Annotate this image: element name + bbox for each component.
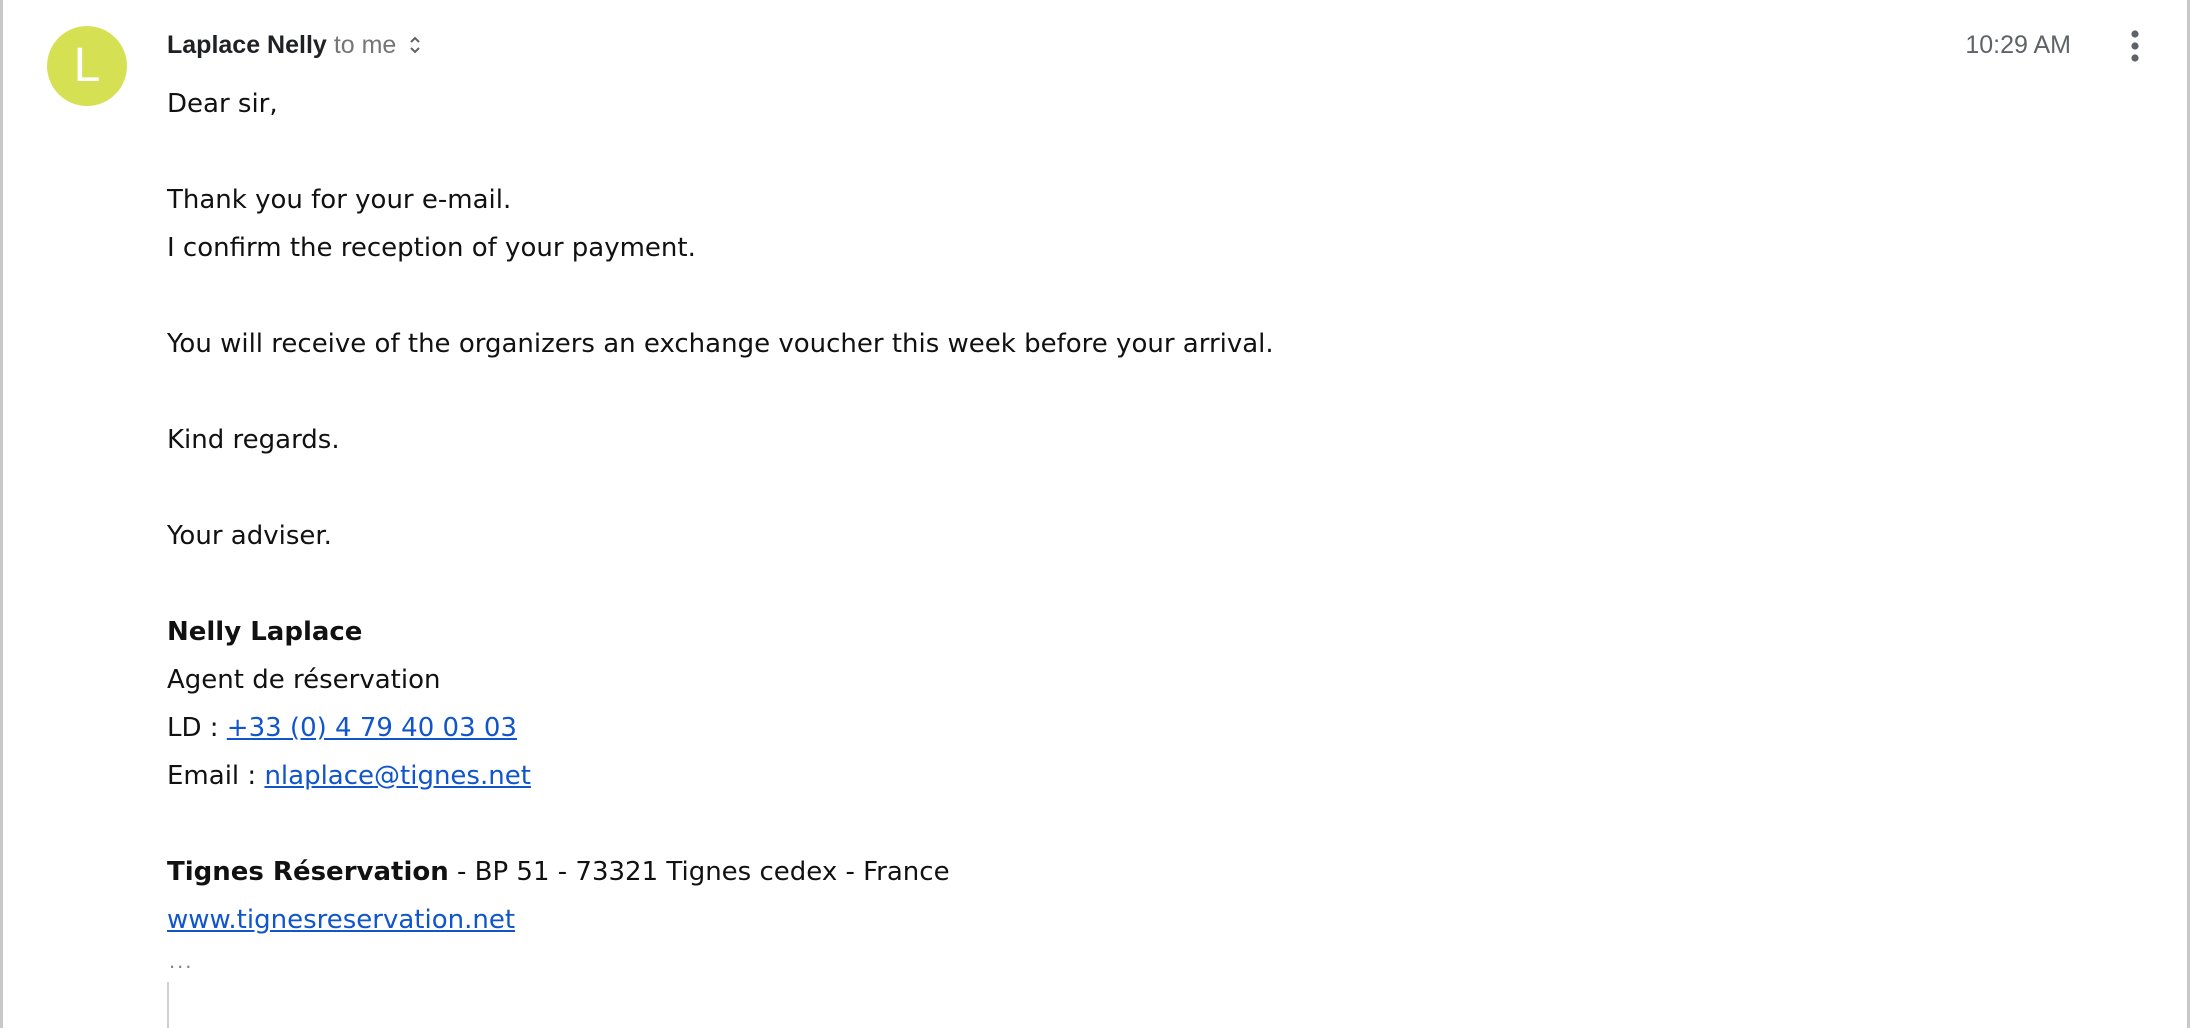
show-trimmed-content-button[interactable]: ... xyxy=(169,948,193,974)
body-line: You will receive of the organizers an ex… xyxy=(167,329,1274,359)
sender-name[interactable]: Laplace Nelly xyxy=(167,31,327,60)
phone-label: LD : xyxy=(167,713,227,743)
phone-link[interactable]: +33 (0) 4 79 40 03 03 xyxy=(227,713,517,743)
message-header: Laplace Nelly to me xyxy=(167,28,422,62)
email-label: Email : xyxy=(167,761,265,791)
sign-off: Your adviser. xyxy=(167,521,332,551)
email-link[interactable]: nlaplace@tignes.net xyxy=(264,761,530,791)
signature-name: Nelly Laplace xyxy=(167,617,363,647)
signature-phone-row: LD : +33 (0) 4 79 40 03 03 xyxy=(167,704,2067,752)
website-link[interactable]: www.tignesreservation.net xyxy=(167,905,515,935)
greeting: Dear sir, xyxy=(167,89,278,119)
more-vert-icon[interactable] xyxy=(2115,26,2155,66)
company-address: - BP 51 - 73321 Tignes cedex - France xyxy=(448,857,950,887)
message-body: Dear sir, Thank you for your e-mail. I c… xyxy=(167,80,2067,944)
email-message-pane: L Laplace Nelly to me 10:29 AM Dear sir,… xyxy=(0,0,2190,1028)
company-name: Tignes Réservation xyxy=(167,857,449,887)
company-row: Tignes Réservation - BP 51 - 73321 Tigne… xyxy=(167,848,2067,896)
recipient-text: to me xyxy=(333,30,397,59)
quoted-text-bar xyxy=(167,982,169,1028)
website-row: www.tignesreservation.net xyxy=(167,896,2067,944)
signature-role: Agent de réservation xyxy=(167,665,441,695)
body-line: I confirm the reception of your payment. xyxy=(167,233,696,263)
signature-email-row: Email : nlaplace@tignes.net xyxy=(167,752,2067,800)
closing: Kind regards. xyxy=(167,425,340,455)
body-line: Thank you for your e-mail. xyxy=(167,185,512,215)
avatar[interactable]: L xyxy=(47,26,127,106)
message-time: 10:29 AM xyxy=(1965,31,2071,59)
chevron-up-down-icon[interactable] xyxy=(408,32,422,58)
